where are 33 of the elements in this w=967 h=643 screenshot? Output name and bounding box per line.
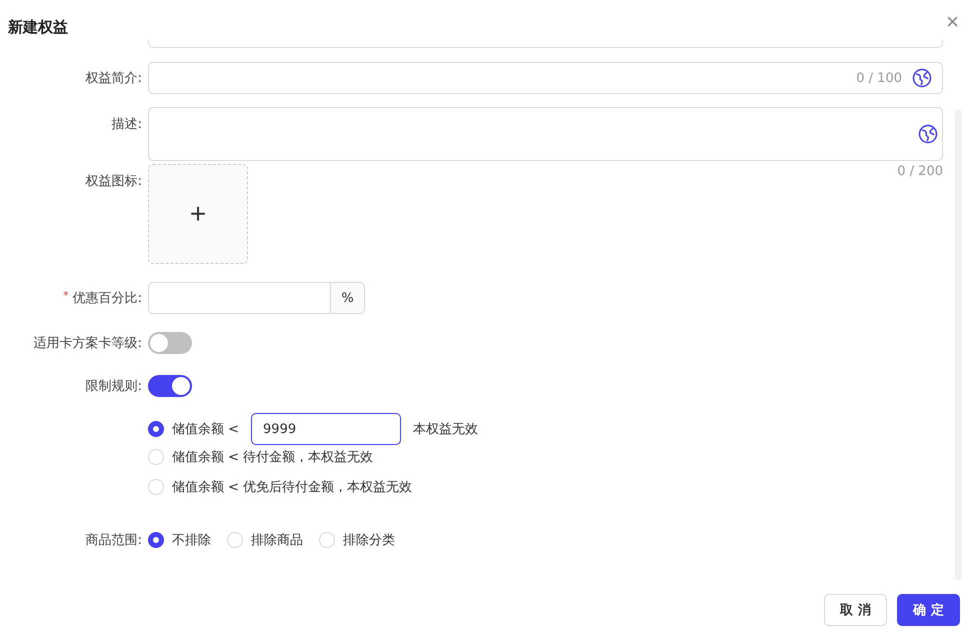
dialog-title: 新建权益 bbox=[8, 18, 68, 37]
cancel-button[interactable]: 取 消 bbox=[824, 594, 887, 626]
option-label: 排除分类 bbox=[343, 532, 395, 549]
field-label: 权益图标: bbox=[84, 173, 143, 190]
field-label: 适用卡方案卡等级: bbox=[32, 335, 143, 352]
confirm-button[interactable]: 确 定 bbox=[897, 594, 960, 626]
required-mark: * bbox=[63, 289, 69, 304]
field-label: 描述: bbox=[110, 116, 143, 133]
radio-button[interactable] bbox=[148, 421, 164, 437]
upload-button[interactable]: + bbox=[148, 164, 248, 264]
field-label: 权益简介: bbox=[84, 70, 143, 87]
globe-icon[interactable] bbox=[918, 124, 938, 144]
percent-suffix: % bbox=[331, 282, 365, 314]
close-button[interactable]: × bbox=[942, 10, 963, 34]
input-field[interactable] bbox=[148, 40, 943, 48]
option-label: 本权益无效 bbox=[413, 421, 478, 438]
option-label: 排除商品 bbox=[251, 532, 303, 549]
amount-input[interactable]: 9999 bbox=[251, 413, 402, 445]
option-label: 储值余额 < 优免后待付金额，本权益无效 bbox=[172, 479, 412, 496]
character-counter: 0 / 200 bbox=[897, 164, 943, 179]
toggle-switch[interactable] bbox=[148, 375, 192, 397]
option-label: 储值余额 < 待付金额，本权益无效 bbox=[172, 449, 374, 466]
field-label: 商品范围: bbox=[84, 532, 143, 549]
input-field[interactable] bbox=[148, 282, 331, 314]
globe-icon[interactable] bbox=[912, 68, 932, 88]
toggle-switch[interactable] bbox=[148, 332, 192, 354]
field-label: 优惠百分比: bbox=[72, 290, 142, 307]
textarea-field[interactable] bbox=[148, 107, 943, 161]
option-label: 储值余额 < bbox=[172, 421, 240, 438]
option-label: 不排除 bbox=[172, 532, 211, 549]
radio-button[interactable] bbox=[148, 532, 164, 548]
character-counter: 0 / 100 bbox=[856, 70, 902, 86]
field-label: 限制规则: bbox=[84, 378, 143, 395]
